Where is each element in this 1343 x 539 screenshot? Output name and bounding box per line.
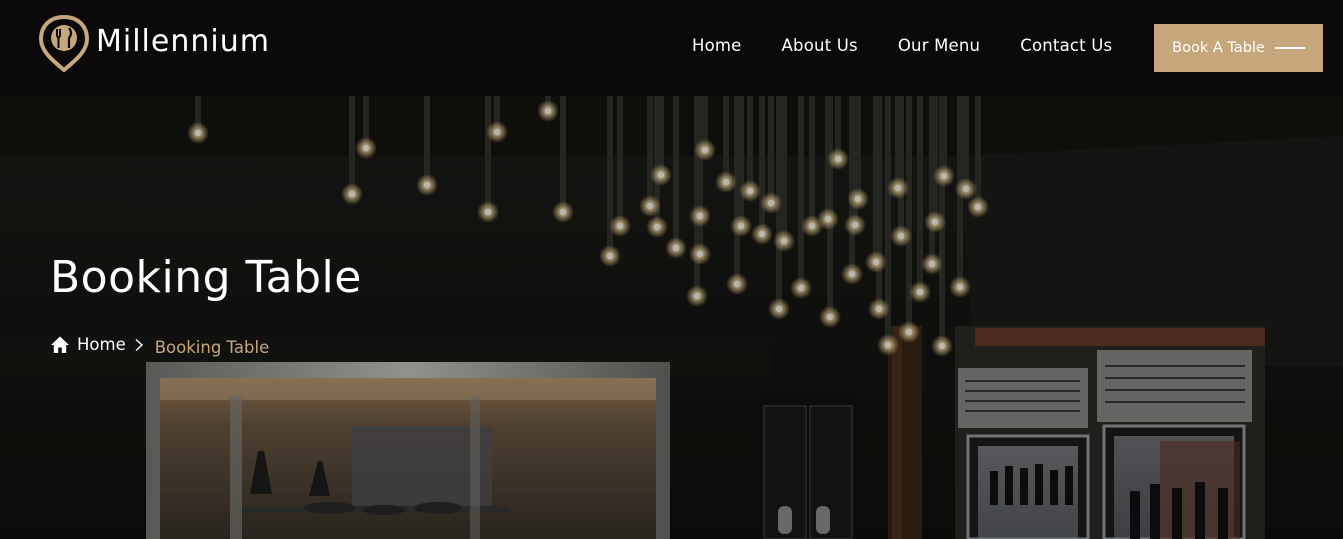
breadcrumb: Home Booking Table (50, 332, 269, 357)
site-header: Millennium Home About Us Our Menu Contac… (0, 0, 1343, 96)
arrow-line-icon (1274, 47, 1305, 49)
main-nav: Home About Us Our Menu Contact Us (692, 36, 1112, 55)
book-a-table-label: Book A Table (1172, 40, 1265, 56)
nav-contact[interactable]: Contact Us (1020, 36, 1112, 55)
page-title: Booking Table (50, 252, 362, 303)
logo-icon (38, 14, 90, 72)
page-hero: Booking Table Home Booking Table (0, 96, 1343, 539)
chevron-right-icon (135, 338, 143, 351)
home-icon (51, 336, 69, 353)
brand-name: Millennium (96, 23, 270, 59)
nav-home[interactable]: Home (692, 36, 742, 55)
restaurant-interior-photo (0, 96, 1343, 539)
breadcrumb-home-link[interactable]: Home (77, 335, 126, 354)
breadcrumb-current: Booking Table (154, 338, 270, 357)
nav-about[interactable]: About Us (782, 36, 858, 55)
nav-menu[interactable]: Our Menu (898, 36, 980, 55)
book-a-table-button[interactable]: Book A Table (1154, 24, 1323, 72)
brand-logo-link[interactable]: Millennium (38, 14, 270, 72)
